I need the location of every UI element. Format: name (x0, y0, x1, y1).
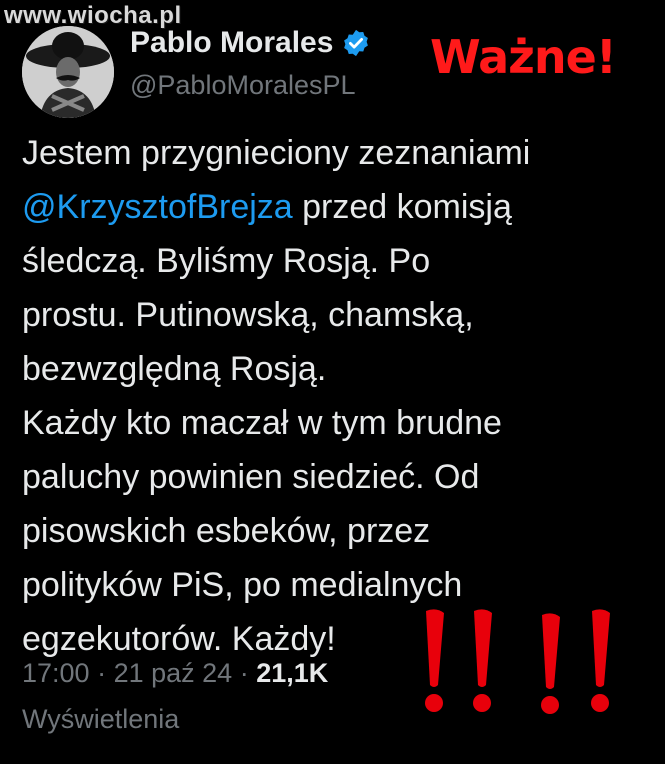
tweet-text: Jestem przygnieciony zeznaniami @Krzyszt… (22, 126, 652, 666)
views-label: Wyświetlenia (22, 704, 180, 734)
avatar[interactable] (22, 26, 114, 118)
tweet-text-line: bezwzględną Rosją. (22, 342, 652, 396)
red-exclamation-marks-icon (425, 609, 610, 714)
annotation-label: Ważne! (430, 30, 617, 84)
tweet-text-line: pisowskich esbeków, przez (22, 504, 652, 558)
text-segment: prostu. Putinowską, chamską, (22, 296, 474, 334)
tweet-text-line: prostu. Putinowską, chamską, (22, 288, 652, 342)
tweet-time[interactable]: 17:00 (22, 658, 90, 688)
tweet-text-line: Każdy kto maczał w tym brudne (22, 396, 652, 450)
author-display-name[interactable]: Pablo Morales (130, 26, 333, 60)
verified-badge-icon (341, 28, 371, 58)
author-name-row[interactable]: Pablo Morales (130, 26, 371, 60)
tweet-meta-row: 17:00 · 21 paź 24 · 21,1K (22, 658, 328, 689)
avatar-image (22, 26, 114, 118)
text-segment: śledczą. Byliśmy Rosją. Po (22, 242, 431, 280)
tweet-date[interactable]: 21 paź 24 (114, 658, 233, 688)
mention-link[interactable]: @KrzysztofBrejza (22, 188, 293, 226)
meta-separator: · (232, 658, 257, 688)
author-handle[interactable]: @PabloMoralesPL (130, 70, 356, 101)
views-count: 21,1K (256, 658, 329, 688)
text-segment: przed komisją (292, 188, 512, 226)
text-segment: pisowskich esbeków, przez (22, 512, 431, 550)
tweet-text-line: śledczą. Byliśmy Rosją. Po (22, 234, 652, 288)
text-segment: polityków PiS, po medialnych (22, 566, 463, 604)
text-segment: bezwzględną Rosją. (22, 350, 327, 388)
meta-separator: · (89, 658, 114, 688)
tweet-text-line: @KrzysztofBrejza przed komisją (22, 180, 652, 234)
tweet-text-line: Jestem przygnieciony zeznaniami (22, 126, 652, 180)
text-segment: Każdy kto maczał w tym brudne (22, 404, 502, 442)
tweet-text-line: paluchy powinien siedzieć. Od (22, 450, 652, 504)
text-segment: paluchy powinien siedzieć. Od (22, 458, 480, 496)
text-segment: Jestem przygnieciony zeznaniami (22, 134, 531, 172)
text-segment: egzekutorów. Każdy! (22, 620, 336, 658)
tweet-screenshot: www.wiocha.pl Pablo Morales @PabloMorale… (0, 0, 665, 764)
tweet-text-line: polityków PiS, po medialnych (22, 558, 652, 612)
